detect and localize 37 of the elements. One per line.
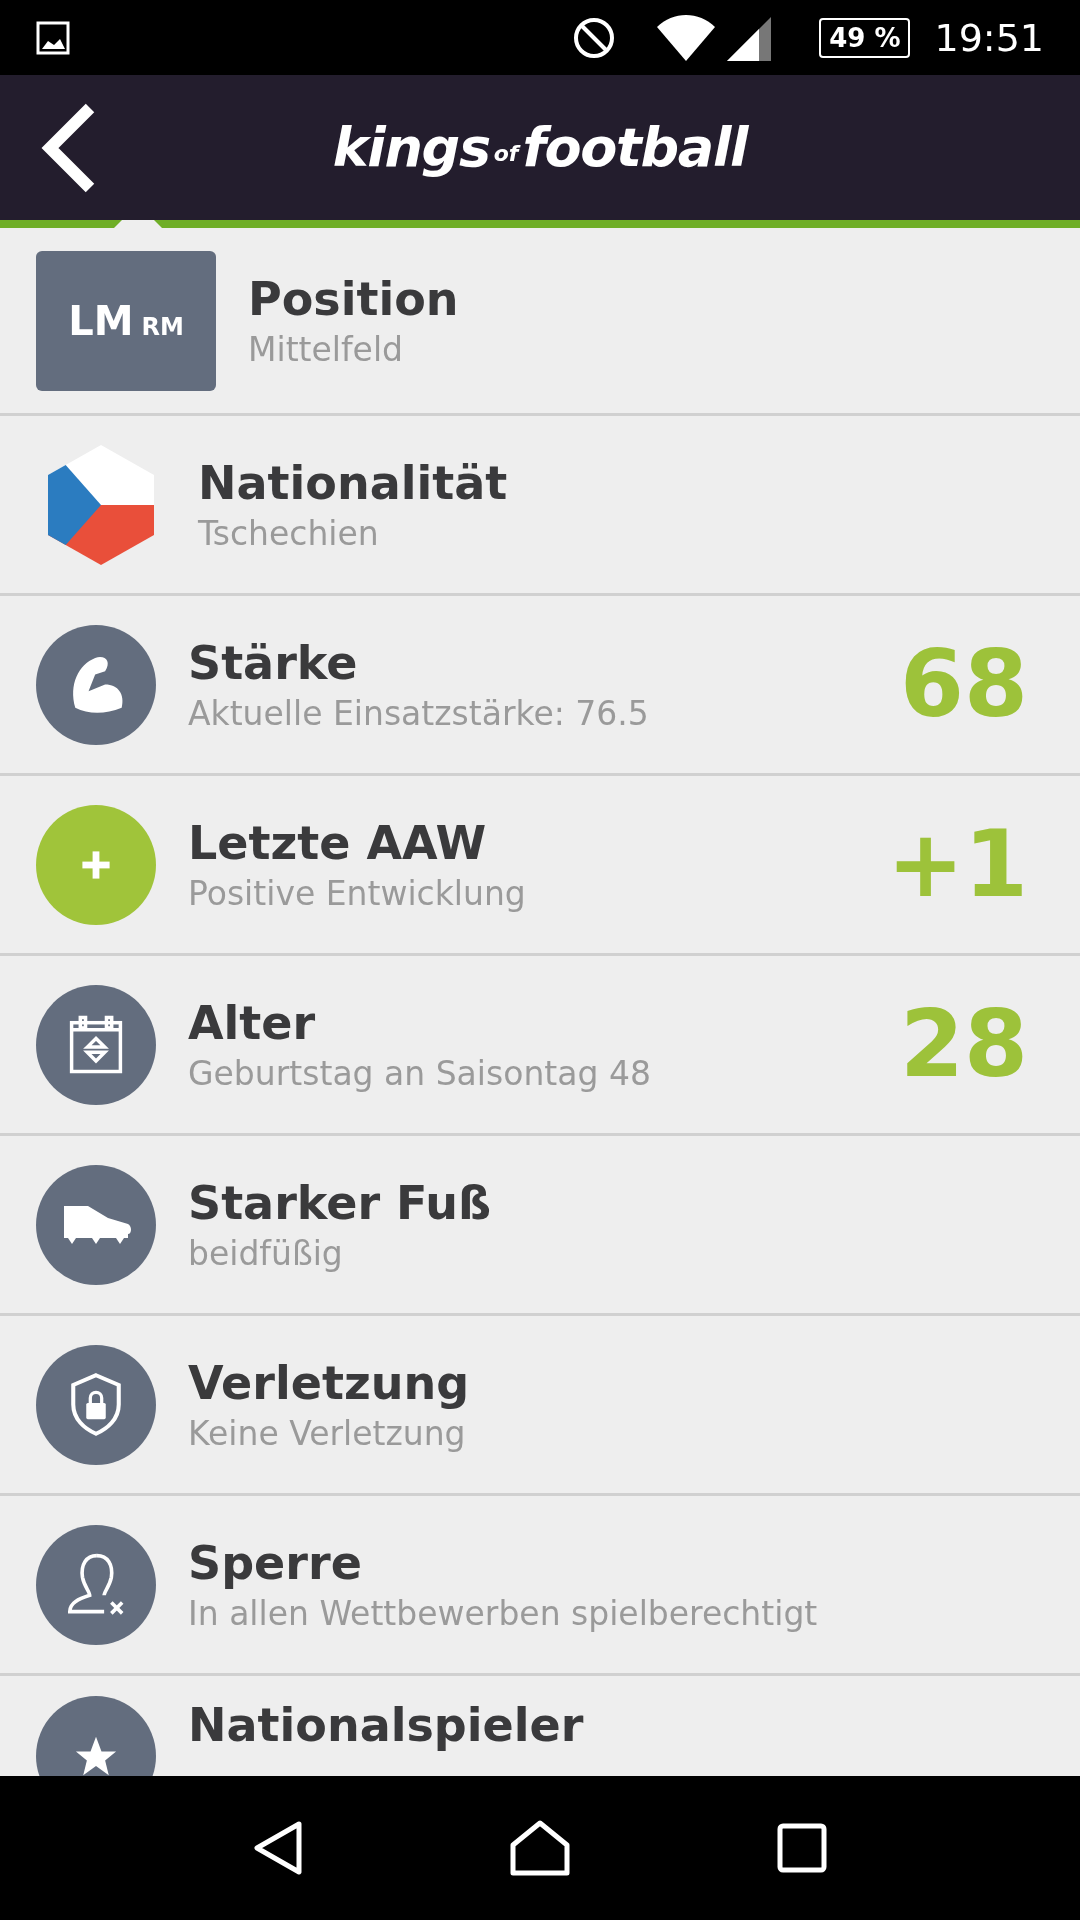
row-title: Alter bbox=[188, 994, 317, 1052]
row-value: +1 bbox=[886, 818, 1028, 911]
star-icon bbox=[74, 1735, 118, 1776]
wifi-icon bbox=[657, 14, 716, 61]
row-title: Sperre bbox=[188, 1534, 363, 1592]
do-not-disturb-icon bbox=[573, 16, 616, 59]
row-value: 28 bbox=[899, 998, 1028, 1091]
image-icon bbox=[36, 20, 70, 55]
row-title: Nationalität bbox=[198, 454, 509, 512]
app-logo: kings offootball bbox=[332, 115, 748, 181]
row-title: Letzte AAW bbox=[188, 814, 488, 872]
home-icon[interactable] bbox=[510, 1819, 570, 1877]
row-subtitle: Positive Entwicklung bbox=[188, 872, 527, 915]
recent-apps-icon[interactable] bbox=[776, 1823, 827, 1873]
row-title: Starker Fuß bbox=[188, 1174, 493, 1232]
row-title: Position bbox=[248, 270, 460, 328]
row-subtitle: beidfüßig bbox=[188, 1232, 344, 1275]
row-subtitle: Keine Verletzung bbox=[188, 1412, 467, 1455]
row-subtitle: Tschechien bbox=[198, 512, 380, 555]
back-nav-icon[interactable] bbox=[253, 1820, 304, 1876]
position-secondary: RM bbox=[141, 311, 184, 343]
position-main: LM bbox=[68, 296, 134, 346]
clock: 19:51 bbox=[934, 18, 1044, 57]
user-remove-icon bbox=[66, 1552, 126, 1617]
row-title: Verletzung bbox=[188, 1354, 471, 1412]
flag-icon bbox=[48, 444, 154, 565]
row-subtitle: Mittelfeld bbox=[248, 328, 405, 371]
row-subtitle: Aktuelle Einsatzstärke: 76.5 bbox=[188, 692, 650, 735]
row-subtitle: In allen Wettbewerben spielberechtigt bbox=[188, 1592, 819, 1635]
battery-indicator: 49 % bbox=[819, 17, 911, 58]
row-title: Nationalspieler bbox=[188, 1697, 585, 1754]
row-title: Stärke bbox=[188, 634, 359, 692]
row-value: 68 bbox=[899, 638, 1028, 731]
back-icon bbox=[40, 101, 96, 194]
calendar-icon bbox=[68, 1014, 124, 1075]
row-subtitle: Geburtstag an Saisontag 48 bbox=[188, 1052, 652, 1095]
shield-lock-icon bbox=[70, 1372, 122, 1437]
